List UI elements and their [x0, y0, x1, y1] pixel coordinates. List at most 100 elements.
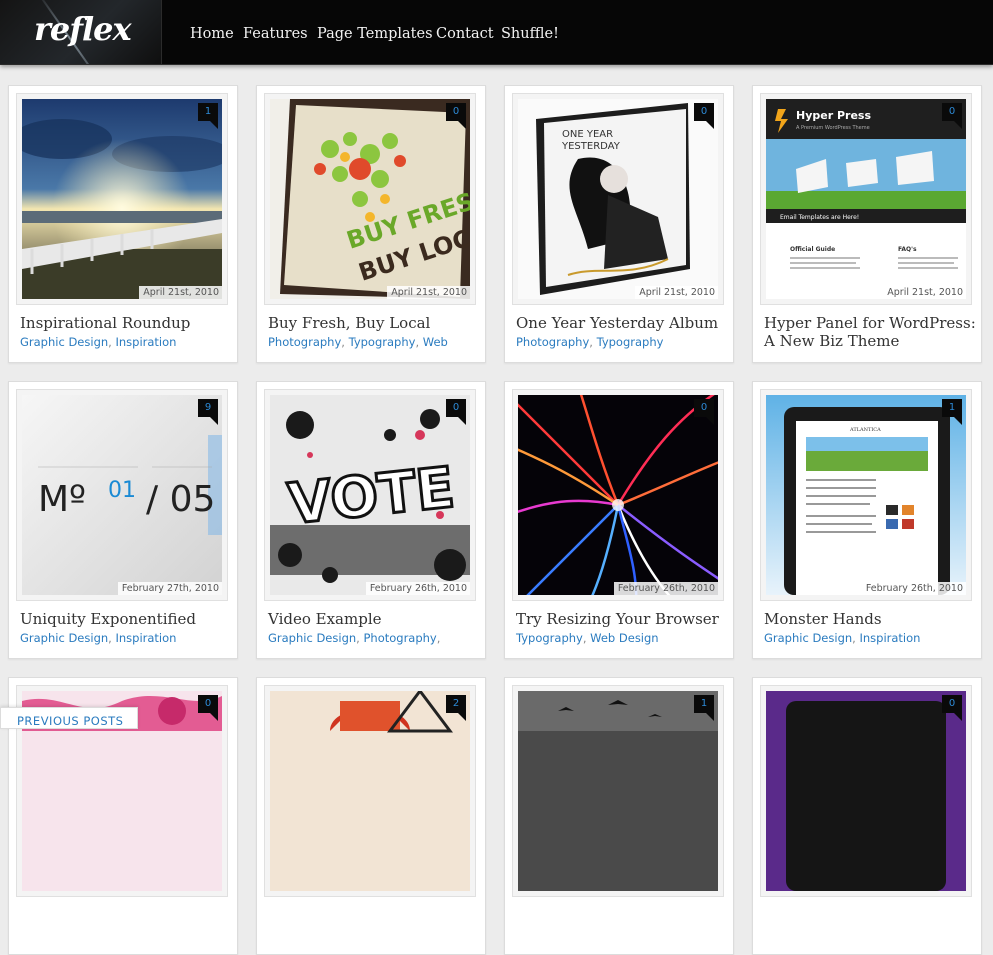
post-date: February 26th, 2010 [861, 582, 966, 595]
uniquity-image: Mº 01 / 05 [22, 395, 222, 595]
category-link[interactable]: Inspiration [115, 335, 176, 349]
category-link[interactable]: Photography [268, 335, 341, 349]
post-date: April 21st, 2010 [635, 286, 718, 299]
post-thumbnail[interactable]: VOTE 0 February 26th, 2010 [264, 389, 476, 601]
comment-count-badge[interactable]: 0 [446, 399, 466, 425]
post-thumbnail[interactable]: 0 [760, 685, 972, 897]
category-link[interactable]: Typography [516, 631, 583, 645]
purple-device-image [766, 691, 966, 891]
category-link[interactable]: Web Design [590, 631, 658, 645]
yesterday-text: YESTERDAY [561, 141, 621, 152]
category-link[interactable]: Inspiration [859, 631, 920, 645]
comment-count-badge[interactable]: 0 [694, 103, 714, 129]
post-card: ATLANTICA 1 February 26th, 2010 Monster … [752, 381, 982, 659]
vote-graffiti-image: VOTE [270, 395, 470, 595]
post-thumbnail[interactable]: 1 April 21st, 2010 [16, 93, 228, 305]
post-card: 0 February 26th, 2010 Try Resizing Your … [504, 381, 734, 659]
post-thumbnail[interactable]: ONE YEAR YESTERDAY 0 April 21st, 2010 [512, 93, 724, 305]
post-title[interactable]: Inspirational Roundup [20, 314, 232, 332]
post-categories: Graphic Design, Inspiration [20, 631, 177, 645]
post-date: April 21st, 2010 [883, 286, 966, 299]
post-date: February 26th, 2010 [365, 582, 470, 595]
comment-count-badge[interactable]: 1 [198, 103, 218, 129]
post-title[interactable]: Video Example [268, 610, 480, 628]
category-link[interactable]: Web [423, 335, 448, 349]
post-date: April 21st, 2010 [387, 286, 470, 299]
post-card: 0 [752, 677, 982, 955]
category-link[interactable]: Graphic Design [20, 631, 108, 645]
ipad-monster-hands-image: ATLANTICA [766, 395, 966, 595]
post-date: February 27th, 2010 [117, 582, 222, 595]
comment-count-badge[interactable]: 2 [446, 695, 466, 721]
post-card: Mº 01 / 05 9 February 27th, 2010 Uniquit… [8, 381, 238, 659]
previous-posts-button[interactable]: PREVIOUS POSTS [0, 707, 138, 729]
logo[interactable]: reflex [0, 0, 162, 64]
nav-page-templates[interactable]: Page Templates [317, 26, 433, 42]
album-cover-image: ONE YEAR YESTERDAY [518, 99, 718, 299]
post-thumbnail[interactable]: Mº 01 / 05 9 February 27th, 2010 [16, 389, 228, 601]
post-categories: Typography, Web Design [516, 631, 659, 645]
post-title[interactable]: Buy Fresh, Buy Local [268, 314, 480, 332]
post-categories: Photography, Typography [516, 335, 664, 349]
sunset-pier-image [22, 99, 222, 299]
category-link[interactable]: Graphic Design [764, 631, 852, 645]
category-link[interactable]: Typography [349, 335, 416, 349]
post-title[interactable]: Hyper Panel for WordPress: A New Biz The… [764, 314, 976, 350]
post-card: BUY FRESH BUY LOCAL 0 April 21st, 2010 B… [256, 85, 486, 363]
atlantica-text: ATLANTICA [849, 427, 881, 433]
post-card: 2 [256, 677, 486, 955]
post-thumbnail[interactable]: 0 February 26th, 2010 [512, 389, 724, 601]
comment-count-badge[interactable]: 0 [942, 103, 962, 129]
hyper-press-screenshot: Hyper Press A Premium WordPress Theme Em… [766, 99, 966, 299]
comment-count-badge[interactable]: 1 [942, 399, 962, 425]
one-year-text: ONE YEAR [562, 129, 613, 140]
post-date: April 21st, 2010 [139, 286, 222, 299]
category-link[interactable]: Graphic Design [268, 631, 356, 645]
hyper-banner-text: Email Templates are Here! [780, 214, 859, 221]
post-title[interactable]: Uniquity Exponentified [20, 610, 232, 628]
post-categories: Photography, Typography, Web [268, 335, 448, 349]
category-link[interactable]: Photography [516, 335, 589, 349]
comment-count-badge[interactable]: 0 [942, 695, 962, 721]
nav-home[interactable]: Home [190, 26, 234, 42]
post-date: February 26th, 2010 [613, 582, 718, 595]
category-link[interactable]: Typography [597, 335, 664, 349]
post-title[interactable]: Monster Hands [764, 610, 976, 628]
post-categories: Graphic Design, Inspiration [764, 631, 921, 645]
portrait-image [270, 691, 470, 891]
post-categories: Graphic Design, Photography, [268, 631, 441, 645]
post-title[interactable]: Try Resizing Your Browser [516, 610, 728, 628]
nav-contact[interactable]: Contact [436, 26, 494, 42]
logo-text: reflex [34, 10, 132, 48]
post-title[interactable]: One Year Yesterday Album [516, 314, 728, 332]
post-thumbnail[interactable]: BUY FRESH BUY LOCAL 0 April 21st, 2010 [264, 93, 476, 305]
post-thumbnail[interactable]: 1 [512, 685, 724, 897]
official-guide-text: Official Guide [790, 246, 835, 253]
light-trails-image [518, 395, 718, 595]
post-thumbnail[interactable]: 2 [264, 685, 476, 897]
mo-text: Mº [38, 479, 86, 520]
comment-count-badge[interactable]: 0 [694, 399, 714, 425]
post-card: 1 April 21st, 2010 Inspirational Roundup… [8, 85, 238, 363]
category-link[interactable]: Graphic Design [20, 335, 108, 349]
site-header: reflex Home Features Page Templates Cont… [0, 0, 993, 65]
faq-text: FAQ's [898, 246, 917, 253]
post-thumbnail[interactable]: ATLANTICA 1 February 26th, 2010 [760, 389, 972, 601]
comment-count-badge[interactable]: 0 [198, 695, 218, 721]
category-link[interactable]: Inspiration [115, 631, 176, 645]
nav-shuffle[interactable]: Shuffle! [501, 26, 559, 42]
post-card: ONE YEAR YESTERDAY 0 April 21st, 2010 On… [504, 85, 734, 363]
post-card: 1 [504, 677, 734, 955]
comment-count-badge[interactable]: 0 [446, 103, 466, 129]
nav-features[interactable]: Features [243, 26, 308, 42]
birds-silhouette-image [518, 691, 718, 891]
mo-denominator-text: / 05 [146, 479, 215, 520]
post-categories: Graphic Design, Inspiration [20, 335, 177, 349]
hyper-press-title: Hyper Press [796, 109, 871, 122]
category-link[interactable]: Photography [363, 631, 436, 645]
post-thumbnail[interactable]: Hyper Press A Premium WordPress Theme Em… [760, 93, 972, 305]
hyper-press-subtitle: A Premium WordPress Theme [796, 125, 870, 131]
comment-count-badge[interactable]: 1 [694, 695, 714, 721]
buy-fresh-poster-image: BUY FRESH BUY LOCAL [270, 99, 470, 299]
comment-count-badge[interactable]: 9 [198, 399, 218, 425]
